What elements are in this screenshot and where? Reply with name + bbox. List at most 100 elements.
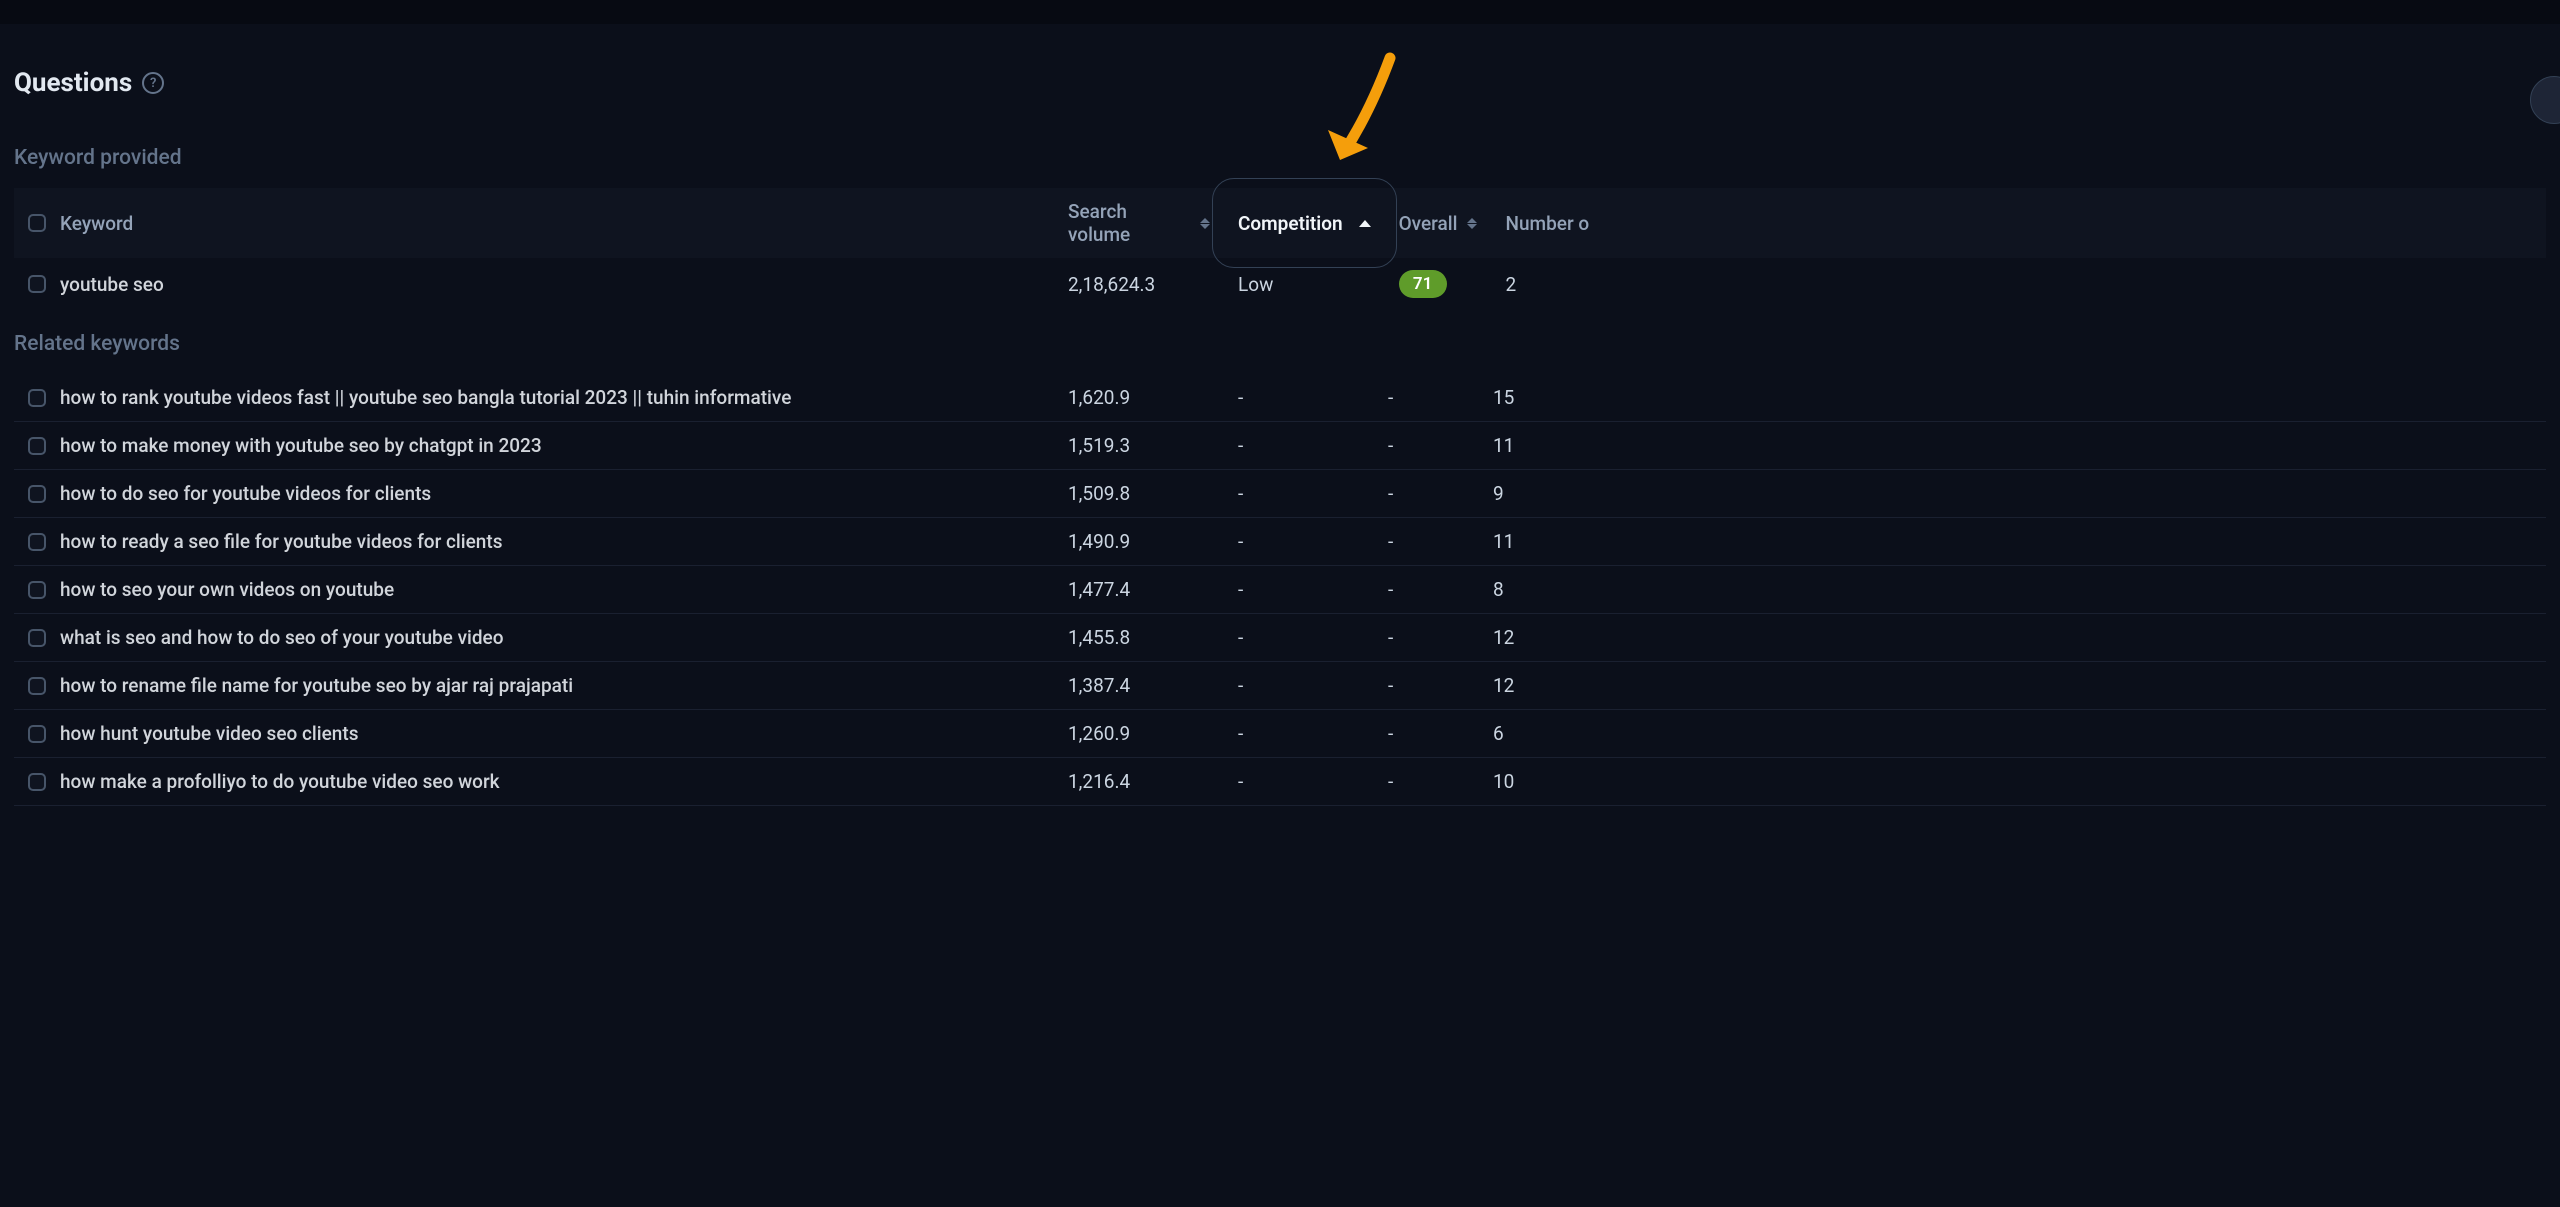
keyword-text: how to make money with youtube seo by ch… (60, 434, 542, 457)
keyword-cell: how to rank youtube videos fast || youtu… (14, 374, 1054, 422)
search-volume-cell: 1,387.4 (1054, 662, 1224, 710)
row-checkbox[interactable] (28, 581, 46, 599)
chevron-up-icon (1359, 220, 1371, 227)
competition-cell: - (1224, 470, 1374, 518)
competition-cell: - (1224, 566, 1374, 614)
competition-cell: - (1224, 662, 1374, 710)
overall-cell: - (1374, 374, 1479, 422)
section-label-related: Related keywords (14, 332, 2546, 356)
column-header-overall[interactable]: Overall (1385, 188, 1492, 258)
competition-cell: - (1224, 518, 1374, 566)
keyword-cell: how to do seo for youtube videos for cli… (14, 470, 1054, 518)
keyword-text: how hunt youtube video seo clients (60, 722, 358, 745)
table-row[interactable]: how make a profolliyo to do youtube vide… (14, 758, 2546, 806)
search-volume-cell: 1,216.4 (1054, 758, 1224, 806)
competition-cell: - (1224, 710, 1374, 758)
column-header-competition[interactable]: Competition (1224, 188, 1385, 258)
keyword-cell: what is seo and how to do seo of your yo… (14, 614, 1054, 662)
column-header-keyword[interactable]: Keyword (14, 188, 1054, 258)
column-header-number-of[interactable]: Number o (1491, 188, 2546, 258)
row-checkbox[interactable] (28, 389, 46, 407)
keyword-text: how to do seo for youtube videos for cli… (60, 482, 431, 505)
page-title: Questions (14, 68, 132, 98)
column-header-search-volume[interactable]: Search volume (1054, 188, 1224, 258)
row-checkbox[interactable] (28, 485, 46, 503)
row-checkbox[interactable] (28, 437, 46, 455)
overall-cell: - (1374, 422, 1479, 470)
table-row[interactable]: youtube seo 2,18,624.3Low712 (14, 258, 2546, 310)
overall-cell: - (1374, 470, 1479, 518)
keyword-cell: how to rename file name for youtube seo … (14, 662, 1054, 710)
keyword-text: how to rename file name for youtube seo … (60, 674, 573, 697)
competition-cell: Low (1224, 258, 1385, 310)
keyword-cell: how to ready a seo file for youtube vide… (14, 518, 1054, 566)
select-all-checkbox[interactable] (28, 214, 46, 232)
keyword-table: Keyword Search volume Competition (14, 188, 2546, 310)
related-keyword-table: how to rank youtube videos fast || youtu… (14, 374, 2546, 806)
competition-cell: - (1224, 614, 1374, 662)
search-volume-cell: 2,18,624.3 (1054, 258, 1224, 310)
table-row[interactable]: how to rename file name for youtube seo … (14, 662, 2546, 710)
keyword-text: how to seo your own videos on youtube (60, 578, 394, 601)
table-row[interactable]: how to ready a seo file for youtube vide… (14, 518, 2546, 566)
search-volume-cell: 1,620.9 (1054, 374, 1224, 422)
keyword-cell: how hunt youtube video seo clients (14, 710, 1054, 758)
window-top-bar (0, 0, 2560, 24)
table-row[interactable]: how to make money with youtube seo by ch… (14, 422, 2546, 470)
keyword-cell: how to seo your own videos on youtube (14, 566, 1054, 614)
table-row[interactable]: how to seo your own videos on youtube 1,4… (14, 566, 2546, 614)
row-checkbox[interactable] (28, 773, 46, 791)
overall-cell: - (1374, 758, 1479, 806)
number-cell: 11 (1479, 518, 2546, 566)
sort-icon (1200, 218, 1210, 229)
help-icon[interactable]: ? (142, 72, 164, 94)
column-label: Competition (1238, 212, 1343, 235)
keyword-text: youtube seo (60, 273, 164, 296)
number-cell: 2 (1491, 258, 2546, 310)
overall-cell: - (1374, 614, 1479, 662)
table-row[interactable]: how to do seo for youtube videos for cli… (14, 470, 2546, 518)
competition-cell: - (1224, 758, 1374, 806)
table-row[interactable]: how hunt youtube video seo clients 1,260.… (14, 710, 2546, 758)
section-label-provided: Keyword provided (14, 146, 2546, 170)
number-cell: 12 (1479, 614, 2546, 662)
column-label: Keyword (60, 212, 133, 235)
table-header-row: Keyword Search volume Competition (14, 188, 2546, 258)
column-label: Overall (1399, 212, 1458, 235)
overall-cell: - (1374, 518, 1479, 566)
number-cell: 12 (1479, 662, 2546, 710)
keyword-text: how make a profolliyo to do youtube vide… (60, 770, 500, 793)
competition-cell: - (1224, 422, 1374, 470)
column-label: Search volume (1068, 200, 1190, 246)
sort-icon (1467, 218, 1477, 229)
overall-cell: - (1374, 662, 1479, 710)
table-row[interactable]: how to rank youtube videos fast || youtu… (14, 374, 2546, 422)
number-cell: 6 (1479, 710, 2546, 758)
number-cell: 8 (1479, 566, 2546, 614)
keyword-text: how to ready a seo file for youtube vide… (60, 530, 502, 553)
keyword-cell: how to make money with youtube seo by ch… (14, 422, 1054, 470)
table-row[interactable]: what is seo and how to do seo of your yo… (14, 614, 2546, 662)
keyword-cell: how make a profolliyo to do youtube vide… (14, 758, 1054, 806)
row-checkbox[interactable] (28, 533, 46, 551)
number-cell: 15 (1479, 374, 2546, 422)
overall-cell: 71 (1385, 258, 1492, 310)
row-checkbox[interactable] (28, 629, 46, 647)
search-volume-cell: 1,519.3 (1054, 422, 1224, 470)
search-volume-cell: 1,455.8 (1054, 614, 1224, 662)
competition-cell: - (1224, 374, 1374, 422)
row-checkbox[interactable] (28, 677, 46, 695)
column-label: Number o (1505, 212, 1589, 235)
search-volume-cell: 1,260.9 (1054, 710, 1224, 758)
search-volume-cell: 1,477.4 (1054, 566, 1224, 614)
number-cell: 11 (1479, 422, 2546, 470)
keyword-text: how to rank youtube videos fast || youtu… (60, 386, 791, 409)
search-volume-cell: 1,490.9 (1054, 518, 1224, 566)
number-cell: 9 (1479, 470, 2546, 518)
row-checkbox[interactable] (28, 275, 46, 293)
search-volume-cell: 1,509.8 (1054, 470, 1224, 518)
number-cell: 10 (1479, 758, 2546, 806)
row-checkbox[interactable] (28, 725, 46, 743)
keyword-text: what is seo and how to do seo of your yo… (60, 626, 504, 649)
overall-cell: - (1374, 566, 1479, 614)
